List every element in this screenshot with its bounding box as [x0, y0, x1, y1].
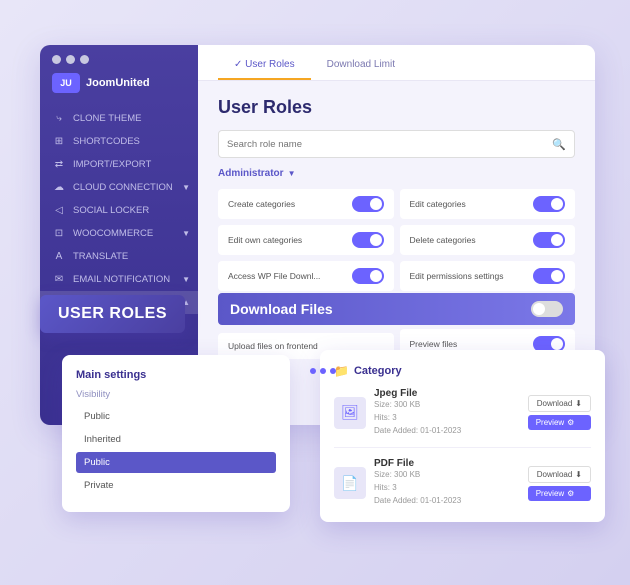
tabs-bar: ✓ User Roles Download Limit [198, 45, 595, 81]
jpeg-file-size: Size: 300 KB [374, 399, 520, 412]
category-panel: 📁 Category 🖼 Jpeg File Size: 300 KB Hits… [320, 350, 605, 522]
toggle-delete-categories[interactable] [533, 232, 565, 248]
toggle-edit-own-categories[interactable] [352, 232, 384, 248]
toggle-download-files[interactable] [531, 301, 563, 317]
jpeg-download-button[interactable]: Download ⬇ [528, 395, 591, 412]
category-title: Category [354, 365, 402, 377]
chevron-right-icon: ▼ [182, 183, 190, 192]
sidebar-item-import-export[interactable]: ⇄ IMPORT/EXPORT [40, 153, 198, 176]
perm-edit-permissions: Edit permissions settings [400, 261, 576, 291]
dot-green [80, 55, 89, 64]
tab-user-roles[interactable]: ✓ User Roles [218, 51, 311, 80]
sidebar-item-woocommerce[interactable]: ⊡ WOOCOMMERCE ▼ [40, 222, 198, 245]
pdf-download-icon: ⬇ [575, 470, 582, 479]
toggle-edit-permissions[interactable] [533, 268, 565, 284]
clone-theme-icon: ⤷ [52, 113, 66, 124]
woo-icon: ⊡ [52, 228, 66, 239]
perm-delete-categories: Delete categories [400, 225, 576, 255]
folder-icon: 📁 [334, 364, 349, 378]
pdf-file-name: PDF File [374, 458, 520, 469]
dot-indicator-1 [310, 368, 316, 374]
sidebar-item-shortcodes[interactable]: ⊞ SHORTCODES [40, 130, 198, 153]
sidebar-item-clone-theme[interactable]: ⤷ CLONE THEME [40, 107, 198, 130]
perm-edit-categories: Edit categories [400, 189, 576, 219]
page-title: User Roles [218, 97, 575, 118]
window-controls [52, 55, 89, 64]
perm-create-categories: Create categories [218, 189, 394, 219]
sidebar-item-email-notification[interactable]: ✉ EMAIL NOTIFICATION ▼ [40, 268, 198, 291]
pdf-file-thumb: 📄 [334, 467, 366, 499]
permissions-grid: Create categories Edit categories Edit o… [218, 189, 575, 291]
logo-icon: JU [52, 73, 80, 93]
toggle-create-categories[interactable] [352, 196, 384, 212]
perm-access-wp-file: Access WP File Downl... [218, 261, 394, 291]
shortcodes-icon: ⊞ [52, 136, 66, 147]
sidebar-item-translate[interactable]: A TRANSLATE [40, 245, 198, 268]
perm-edit-own-categories: Edit own categories [218, 225, 394, 255]
pdf-file-hits: Hits: 3 [374, 482, 520, 495]
tab-download-limit[interactable]: Download Limit [311, 51, 411, 80]
search-icon: 🔍 [552, 138, 566, 151]
visibility-option-private[interactable]: Private [76, 475, 276, 496]
dot-yellow [66, 55, 75, 64]
logo-area: JU JoomUnited [40, 73, 198, 107]
download-files-row: Download Files [218, 293, 575, 325]
dot-red [52, 55, 61, 64]
dot-indicator-3 [330, 368, 336, 374]
jpeg-file-thumb: 🖼 [334, 397, 366, 429]
category-header: 📁 Category [334, 364, 591, 378]
visibility-option-public-1[interactable]: Public [76, 406, 276, 427]
file-item-jpeg: 🖼 Jpeg File Size: 300 KB Hits: 3 Date Ad… [334, 388, 591, 448]
toggle-edit-categories[interactable] [533, 196, 565, 212]
jpeg-file-name: Jpeg File [374, 388, 520, 399]
visibility-option-inherited[interactable]: Inherited [76, 429, 276, 450]
pdf-file-actions: Download ⬇ Preview ⚙ [528, 466, 591, 501]
dots-indicator [310, 368, 336, 374]
cloud-icon: ☁ [52, 182, 66, 193]
settings-icon: ⚙ [567, 418, 574, 427]
download-files-label: Download Files [230, 301, 333, 317]
pdf-file-size: Size: 300 KB [374, 469, 520, 482]
pdf-settings-icon: ⚙ [567, 489, 574, 498]
dot-indicator-2 [320, 368, 326, 374]
user-roles-badge: USER ROLES [40, 295, 185, 333]
visibility-label: Visibility [76, 389, 276, 400]
pdf-download-button[interactable]: Download ⬇ [528, 466, 591, 483]
file-info-pdf: PDF File Size: 300 KB Hits: 3 Date Added… [374, 458, 520, 507]
toggle-access-wp-file[interactable] [352, 268, 384, 284]
role-selector[interactable]: Administrator ▼ [218, 168, 575, 179]
import-export-icon: ⇄ [52, 159, 66, 170]
search-bar: 🔍 [218, 130, 575, 158]
email-chevron-icon: ▼ [182, 275, 190, 284]
jpeg-file-actions: Download ⬇ Preview ⚙ [528, 395, 591, 430]
file-info-jpeg: Jpeg File Size: 300 KB Hits: 3 Date Adde… [374, 388, 520, 437]
jpeg-file-hits: Hits: 3 [374, 412, 520, 425]
woo-chevron-icon: ▼ [182, 229, 190, 238]
pdf-file-date: Date Added: 01-01-2023 [374, 495, 520, 508]
main-settings-title: Main settings [76, 369, 276, 381]
jpeg-preview-button[interactable]: Preview ⚙ [528, 415, 591, 430]
social-locker-icon: ◁ [52, 205, 66, 216]
email-icon: ✉ [52, 274, 66, 285]
translate-icon: A [52, 251, 66, 262]
role-chevron-icon: ▼ [288, 169, 296, 178]
file-item-pdf: 📄 PDF File Size: 300 KB Hits: 3 Date Add… [334, 458, 591, 507]
pdf-preview-button[interactable]: Preview ⚙ [528, 486, 591, 501]
sidebar-item-social-locker[interactable]: ◁ SOCIAL LOCKER [40, 199, 198, 222]
download-icon: ⬇ [575, 399, 582, 408]
sidebar-item-cloud-connection[interactable]: ☁ CLOUD CONNECTION ▼ [40, 176, 198, 199]
jpeg-file-date: Date Added: 01-01-2023 [374, 425, 520, 438]
search-input[interactable] [227, 139, 546, 150]
main-settings-panel: Main settings Visibility Public Inherite… [62, 355, 290, 512]
logo-text: JoomUnited [86, 77, 150, 89]
visibility-option-public-selected[interactable]: Public [76, 452, 276, 473]
